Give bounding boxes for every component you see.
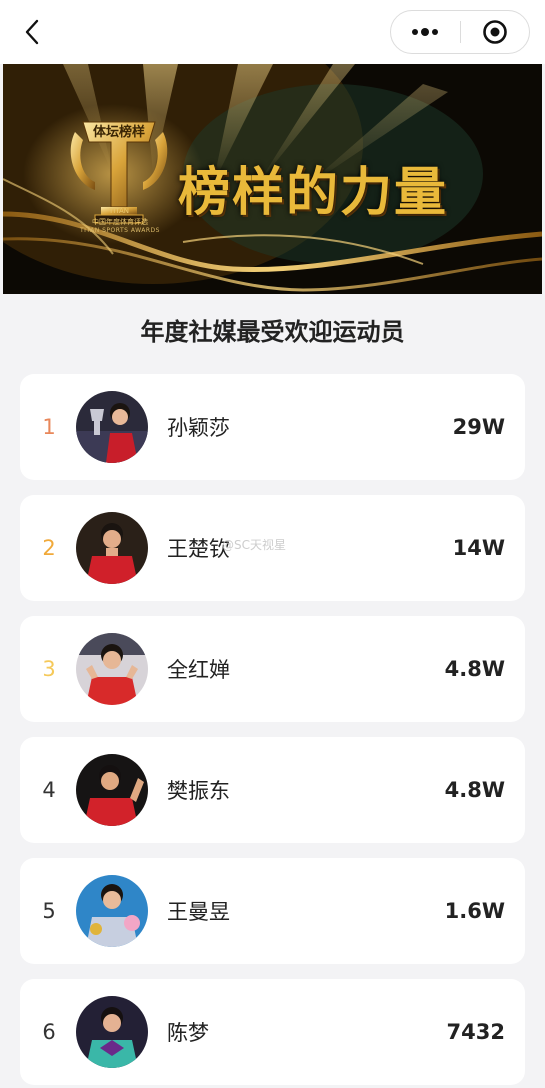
avatar [76, 391, 148, 463]
list-item[interactable]: 4 樊振东 4.8W [20, 737, 525, 843]
vote-count: 29W [452, 415, 505, 439]
rank-number: 3 [42, 657, 56, 681]
page-title: 年度社媒最受欢迎运动员 [140, 318, 405, 346]
athlete-name: 孙颖莎 [167, 416, 230, 440]
trophy-en-caption: TITAN SPORTS AWARDS [80, 227, 160, 234]
athlete-name: 樊振东 [167, 779, 230, 803]
more-button[interactable] [391, 11, 460, 53]
more-dots-icon [412, 28, 439, 36]
vote-count: 14W [452, 536, 505, 560]
vote-count: 7432 [446, 1020, 505, 1044]
athlete-name: 全红婵 [167, 658, 230, 682]
avatar [76, 633, 148, 705]
rank-number: 6 [42, 1020, 56, 1044]
rank-number: 2 [42, 536, 56, 560]
top-nav-bar [0, 0, 545, 64]
target-close-icon [482, 20, 507, 44]
trophy-cn-caption: 中国年度体育评选 [92, 218, 148, 226]
rank-number: 1 [42, 415, 56, 439]
vote-count: 4.8W [444, 778, 505, 802]
back-button[interactable] [18, 16, 46, 48]
rank-number: 4 [42, 778, 56, 802]
awards-banner: 体坛榜样 TITAN 中国年度体育评选 TITAN SPORTS AWARDS … [3, 64, 542, 294]
trophy-brand: TITAN [108, 207, 130, 215]
close-button[interactable] [461, 11, 530, 53]
list-item[interactable]: 3 全红婵 4.8W [20, 616, 525, 722]
athlete-name: 陈梦 [167, 1021, 209, 1045]
list-item[interactable]: 5 王曼昱 1.6W [20, 858, 525, 964]
athlete-name: 王楚钦 [167, 537, 230, 561]
vote-count: 4.8W [444, 657, 505, 681]
avatar [76, 996, 148, 1068]
vote-count: 1.6W [444, 899, 505, 923]
avatar [76, 512, 148, 584]
avatar [76, 875, 148, 947]
trophy-label: 体坛榜样 [92, 125, 145, 140]
rank-number: 5 [42, 899, 56, 923]
list-item[interactable]: 6 陈梦 7432 [20, 979, 525, 1085]
athlete-name: 王曼昱 [167, 900, 230, 924]
avatar [76, 754, 148, 826]
banner-headline: 榜样的力量 [178, 161, 449, 223]
mini-program-capsule [390, 10, 530, 54]
list-item[interactable]: 1 孙颖莎 29W [20, 374, 525, 480]
chevron-left-icon [25, 19, 39, 45]
watermark: @SC天视星 [222, 538, 286, 552]
